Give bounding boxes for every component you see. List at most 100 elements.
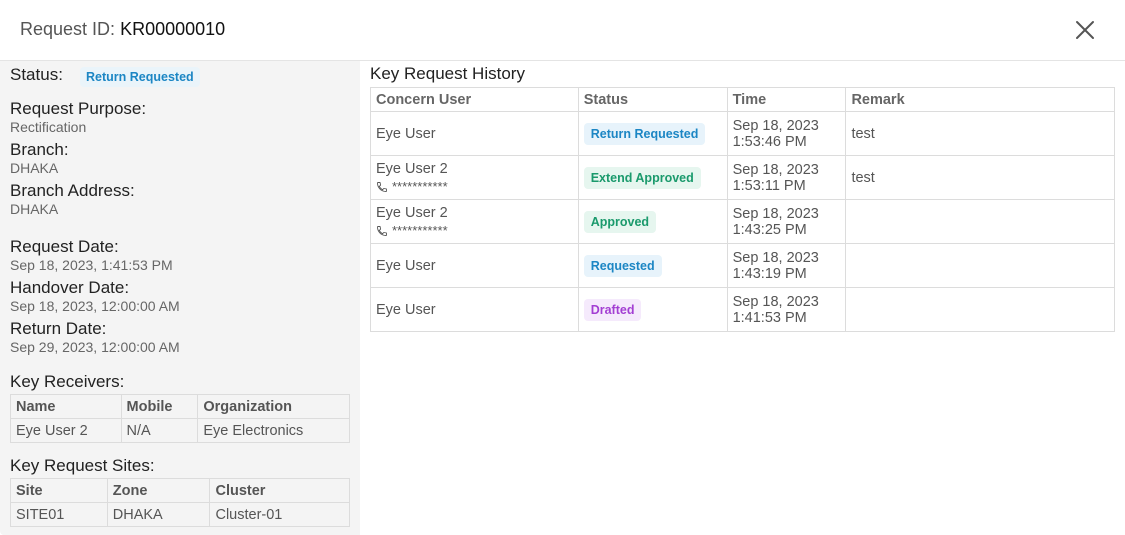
table-cell: Eye Electronics (197, 418, 350, 443)
time-cell: Sep 18, 2023 1:53:46 PM (726, 111, 847, 156)
table-cell: DHAKA (106, 502, 211, 527)
concern-user-phone: *********** (376, 223, 573, 238)
column-header: Zone (106, 478, 211, 503)
request-date-label: Request Date: (10, 237, 119, 256)
status-badge: Drafted (583, 298, 642, 321)
column-header: Name (10, 394, 122, 419)
table-row: Eye User Requested Sep 18, 2023 1:43:19 … (370, 243, 1115, 288)
time-text: 1:41:53 PM (732, 309, 807, 326)
time-cell: Sep 18, 2023 1:41:53 PM (726, 287, 847, 332)
handover-date-label: Handover Date: (10, 278, 130, 297)
key-request-sites-label: Key Request Sites: (10, 456, 155, 475)
table-cell: N/A (120, 418, 199, 443)
return-date-value: Sep 29, 2023, 12:00:00 AM (10, 339, 180, 355)
concern-user-name: Eye User 2 (376, 205, 448, 221)
status-cell: Extend Approved (577, 155, 728, 200)
key-receivers-table: Name Mobile Organization Eye User 2 N/A … (10, 394, 350, 443)
details-panel: Status: Return Requested Request Purpose… (0, 61, 360, 535)
table-cell: SITE01 (10, 502, 108, 527)
status-cell: Drafted (577, 287, 728, 332)
concern-user-cell: Eye User (370, 287, 579, 332)
table-row: Eye User Return Requested Sep 18, 2023 1… (370, 111, 1115, 156)
remark-cell (845, 287, 1115, 332)
concern-user-cell: Eye User 2 *********** (370, 199, 579, 244)
branch-address-value: DHAKA (10, 201, 59, 217)
history-heading: Key Request History (370, 64, 525, 83)
phone-icon (377, 225, 387, 236)
request-details-modal: Request ID: KR00000010 Status: Return Re… (0, 0, 1125, 535)
status-cell: Return Requested (577, 111, 728, 156)
status-cell: Approved (577, 199, 728, 244)
column-header: Remark (845, 87, 1115, 112)
column-header: Status (577, 87, 728, 112)
time-text: 1:43:19 PM (732, 265, 807, 282)
branch-label: Branch: (10, 140, 69, 159)
table-row: Eye User 2 N/A Eye Electronics (10, 418, 350, 443)
status-cell: Requested (577, 243, 728, 288)
request-date-value: Sep 18, 2023, 1:41:53 PM (10, 257, 173, 273)
phone-number: *********** (392, 179, 448, 194)
phone-icon (377, 181, 387, 192)
phone-number: *********** (392, 223, 448, 238)
time-text: 1:53:46 PM (732, 133, 807, 150)
column-header: Time (726, 87, 847, 112)
time-text: 1:43:25 PM (732, 221, 807, 238)
table-row: SITE01 DHAKA Cluster-01 (10, 502, 350, 527)
history-table: Concern User Status Time Remark Eye User… (370, 87, 1115, 332)
close-button[interactable] (1073, 18, 1097, 42)
return-date-label: Return Date: (10, 319, 107, 338)
column-header: Concern User (370, 87, 579, 112)
date-text: Sep 18, 2023 (732, 117, 819, 134)
concern-user-cell: Eye User (370, 111, 579, 156)
time-cell: Sep 18, 2023 1:53:11 PM (726, 155, 847, 200)
branch-address-label: Branch Address: (10, 181, 135, 200)
key-request-sites-table: Site Zone Cluster SITE01 DHAKA Cluster-0… (10, 478, 350, 527)
concern-user-cell: Eye User 2 *********** (370, 155, 579, 200)
concern-user-name: Eye User (376, 257, 436, 274)
remark-cell: test (845, 155, 1115, 200)
table-cell: Eye User 2 (10, 418, 122, 443)
status-badge: Extend Approved (583, 166, 701, 189)
modal-title: Request ID: KR00000010 (20, 19, 225, 40)
close-icon (1076, 21, 1094, 39)
status-badge: Approved (583, 210, 657, 233)
status-badge: Return Requested (80, 67, 200, 87)
status-badge: Requested (583, 254, 662, 277)
request-id-value: KR00000010 (120, 19, 226, 39)
branch-value: DHAKA (10, 160, 59, 176)
date-text: Sep 18, 2023 (732, 249, 819, 266)
column-header: Mobile (120, 394, 199, 419)
date-text: Sep 18, 2023 (732, 205, 819, 222)
concern-user-name: Eye User (376, 125, 436, 142)
time-cell: Sep 18, 2023 1:43:19 PM (726, 243, 847, 288)
date-text: Sep 18, 2023 (732, 293, 819, 310)
time-text: 1:53:11 PM (732, 177, 806, 194)
table-row: Eye User 2 *********** Approved Sep 18, … (370, 199, 1115, 244)
purpose-value: Rectification (10, 119, 87, 135)
table-row: Eye User 2 *********** Extend Approved S… (370, 155, 1115, 200)
purpose-label: Request Purpose: (10, 99, 147, 118)
request-id-label: Request ID: (20, 19, 116, 39)
table-header-row: Concern User Status Time Remark (370, 87, 1115, 112)
concern-user-phone: *********** (376, 179, 573, 194)
column-header: Cluster (209, 478, 350, 503)
modal-header: Request ID: KR00000010 (0, 0, 1125, 61)
table-row: Eye User Drafted Sep 18, 2023 1:41:53 PM (370, 287, 1115, 332)
remark-cell (845, 199, 1115, 244)
concern-user-name: Eye User 2 (376, 161, 448, 177)
remark-cell (845, 243, 1115, 288)
time-cell: Sep 18, 2023 1:43:25 PM (726, 199, 847, 244)
handover-date-value: Sep 18, 2023, 12:00:00 AM (10, 298, 180, 314)
concern-user-name: Eye User (376, 301, 436, 318)
concern-user-cell: Eye User (370, 243, 579, 288)
remark-cell: test (845, 111, 1115, 156)
table-header-row: Site Zone Cluster (10, 478, 350, 503)
status-badge: Return Requested (583, 122, 706, 145)
table-header-row: Name Mobile Organization (10, 394, 350, 419)
column-header: Organization (197, 394, 350, 419)
key-receivers-label: Key Receivers: (10, 372, 125, 391)
date-text: Sep 18, 2023 (732, 161, 819, 178)
status-label: Status: (10, 65, 63, 84)
table-cell: Cluster-01 (209, 502, 350, 527)
column-header: Site (10, 478, 108, 503)
